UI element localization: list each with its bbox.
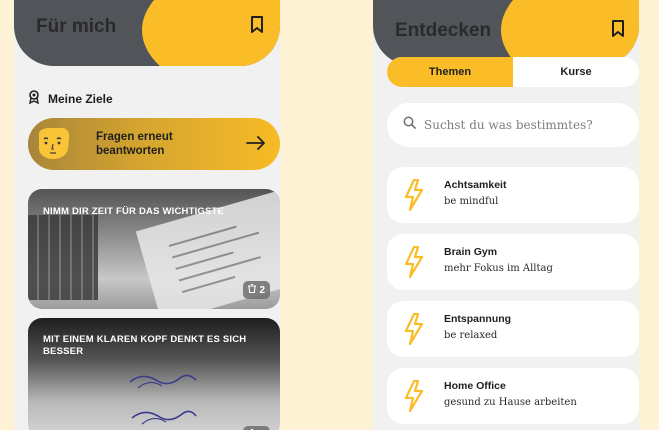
tab-themen[interactable]: Themen — [387, 57, 513, 87]
search-placeholder: Suchst du was bestimmtes? — [424, 118, 593, 132]
topic-subtitle: mehr Fokus im Alltag — [444, 263, 553, 274]
topic-item-brain-gym[interactable]: Brain Gym mehr Fokus im Alltag — [387, 234, 639, 290]
topic-subtitle: be relaxed — [444, 330, 498, 341]
topic-name: Entspannung — [444, 313, 512, 325]
bookmark-icon[interactable] — [250, 16, 264, 39]
lightning-bolt-icon — [403, 178, 425, 216]
card-title: NIMM DIR ZEIT FÜR DAS WICHTIGSTE — [43, 206, 225, 217]
count-badge: 2 — [243, 426, 270, 430]
smiley-face-icon — [36, 127, 72, 166]
arrow-right-icon — [246, 135, 266, 156]
count-value: 2 — [259, 284, 265, 296]
topic-item-entspannung[interactable]: Entspannung be relaxed — [387, 301, 639, 357]
trash-icon — [248, 283, 257, 296]
topic-item-home-office[interactable]: Home Office gesund zu Hause arbeiten — [387, 368, 639, 424]
page-title: Entdecken — [395, 20, 492, 41]
content-card[interactable]: NIMM DIR ZEIT FÜR DAS WICHTIGSTE 2 — [28, 189, 280, 309]
goals-section-heading: Meine Ziele — [28, 90, 113, 107]
answer-questions-button[interactable]: Fragen erneut beantworten — [28, 118, 280, 170]
search-input[interactable]: Suchst du was bestimmtes? — [387, 103, 639, 147]
bookmark-icon[interactable] — [611, 20, 625, 43]
search-icon — [403, 116, 416, 134]
content-card[interactable]: MIT EINEM KLAREN KOPF DENKT ES SICH BESS… — [28, 318, 280, 430]
lightning-bolt-icon — [403, 379, 425, 417]
topic-name: Achtsamkeit — [444, 179, 507, 191]
entdecken-screen: Entdecken Themen Kurse Suchst du was bes… — [373, 0, 639, 430]
tab-kurse[interactable]: Kurse — [513, 57, 639, 87]
card-image-sketch — [131, 410, 197, 425]
lightning-bolt-icon — [403, 245, 425, 283]
fuer-mich-screen: Für mich Meine Ziele Fragen erneut beant… — [14, 0, 280, 430]
goals-label: Meine Ziele — [48, 91, 113, 106]
count-badge: 2 — [243, 281, 270, 299]
card-title: MIT EINEM KLAREN KOPF DENKT ES SICH BESS… — [43, 334, 247, 357]
topic-name: Home Office — [444, 380, 506, 392]
card-image-keyboard — [28, 215, 98, 300]
tab-bar: Themen Kurse — [387, 57, 639, 87]
topic-subtitle: be mindful — [444, 196, 499, 207]
page-title: Für mich — [36, 16, 117, 37]
lightning-bolt-icon — [403, 312, 425, 350]
topic-item-achtsamkeit[interactable]: Achtsamkeit be mindful — [387, 167, 639, 223]
card-image-sketch — [129, 374, 197, 389]
topic-name: Brain Gym — [444, 246, 498, 258]
award-ribbon-icon — [28, 90, 40, 107]
topic-subtitle: gesund zu Hause arbeiten — [444, 397, 577, 408]
header: Für mich — [14, 0, 280, 66]
answer-questions-label: Fragen erneut beantworten — [96, 131, 173, 157]
